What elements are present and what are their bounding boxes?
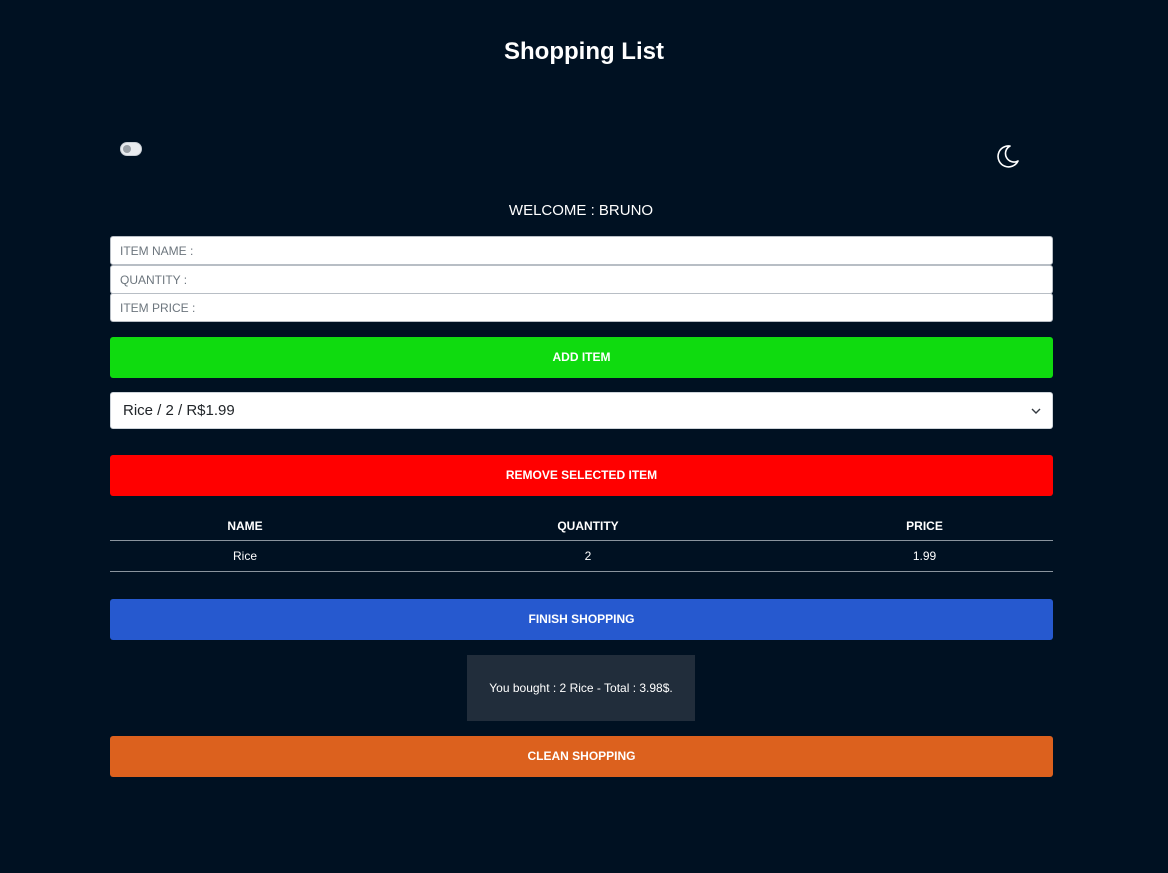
- table-row: Rice 2 1.99: [110, 540, 1053, 572]
- toggle-knob: [123, 145, 131, 153]
- column-header-quantity: QUANTITY: [380, 512, 796, 541]
- page-title: Shopping List: [504, 38, 664, 65]
- welcome-message: WELCOME : BRUNO: [508, 202, 654, 219]
- finish-shopping-button[interactable]: FINISH SHOPPING: [110, 599, 1053, 640]
- add-item-button[interactable]: ADD ITEM: [110, 337, 1053, 378]
- table-header-row: NAME QUANTITY PRICE: [110, 512, 1053, 541]
- column-header-name: NAME: [110, 512, 380, 541]
- item-name-input[interactable]: [110, 236, 1053, 265]
- column-header-price: PRICE: [796, 512, 1053, 541]
- cell-price: 1.99: [796, 540, 1053, 572]
- items-table: NAME QUANTITY PRICE Rice 2 1.99: [110, 512, 1053, 572]
- quantity-input[interactable]: [110, 265, 1053, 294]
- remove-selected-item-button[interactable]: REMOVE SELECTED ITEM: [110, 455, 1053, 496]
- purchase-summary: You bought : 2 Rice - Total : 3.98$.: [467, 655, 695, 721]
- cell-name: Rice: [110, 540, 380, 572]
- moon-icon[interactable]: [993, 142, 1021, 170]
- summary-text: You bought : 2 Rice - Total : 3.98$.: [489, 681, 673, 695]
- cell-quantity: 2: [380, 540, 796, 572]
- item-select[interactable]: Rice / 2 / R$1.99: [110, 392, 1053, 429]
- shopping-list-page: Shopping List WELCOME : BRUNO ADD ITEM R…: [0, 0, 1168, 873]
- chevron-down-icon: [1030, 393, 1042, 428]
- selected-item-label: Rice / 2 / R$1.99: [123, 402, 235, 419]
- clean-shopping-button[interactable]: CLEAN SHOPPING: [110, 736, 1053, 777]
- theme-toggle-switch[interactable]: [120, 142, 142, 156]
- item-price-input[interactable]: [110, 293, 1053, 322]
